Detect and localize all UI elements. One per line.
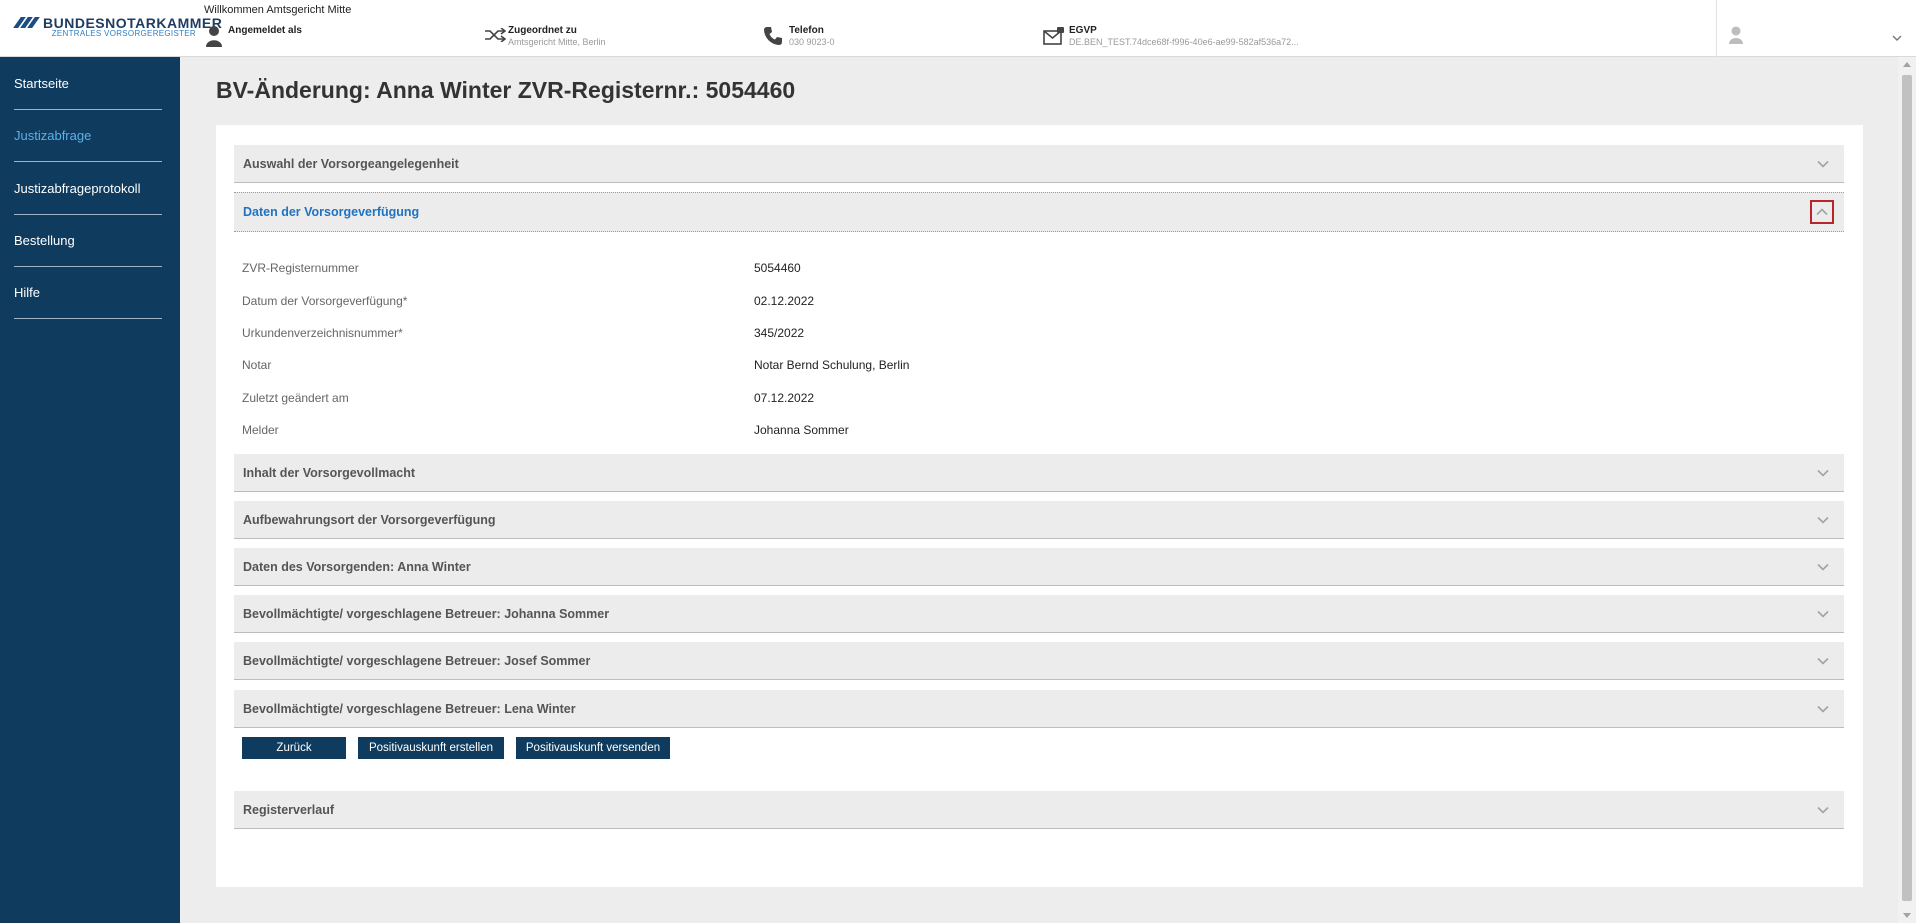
detail-row-zuletzt-geaendert: Zuletzt geändert am 07.12.2022 — [242, 391, 1802, 411]
accordion-label: Registerverlauf — [243, 802, 335, 817]
scrollbar-thumb[interactable] — [1902, 75, 1912, 901]
egvp-value: DE.BEN_TEST.74dce68f-f996-40e6-ae99-582a… — [1069, 37, 1299, 47]
detail-label: Notar — [242, 358, 272, 372]
accordion-label: Daten der Vorsorgeverfügung — [243, 205, 420, 219]
chevron-down-icon — [1817, 160, 1829, 168]
shuffle-icon — [485, 28, 506, 42]
sidebar-item-startseite[interactable]: Startseite — [14, 58, 162, 110]
accordion-label: Auswahl der Vorsorgeangelegenheit — [243, 156, 459, 171]
create-positivauskunft-button[interactable]: Positivauskunft erstellen — [358, 737, 504, 759]
phone-label: Telefon — [789, 25, 824, 36]
sidebar-item-bestellung[interactable]: Bestellung — [14, 215, 162, 267]
chevron-down-icon — [1817, 516, 1829, 524]
user-icon — [206, 26, 222, 47]
accordion-daten-vorsorgenden[interactable]: Daten des Vorsorgenden: Anna Winter — [234, 548, 1844, 586]
accordion-inhalt-vorsorgevollmacht[interactable]: Inhalt der Vorsorgevollmacht — [234, 454, 1844, 492]
scroll-down-arrow-icon[interactable] — [1903, 913, 1911, 918]
sidebar-nav: Startseite Justizabfrage Justizabfragepr… — [0, 57, 180, 923]
sidebar-item-justizabfrage[interactable]: Justizabfrage — [14, 110, 162, 162]
chevron-down-icon — [1817, 705, 1829, 713]
detail-label: Zuletzt geändert am — [242, 391, 349, 405]
main-content: BV-Änderung: Anna Winter ZVR-Registernr.… — [180, 57, 1898, 923]
accordion-label: Bevollmächtigte/ vorgeschlagene Betreuer… — [243, 606, 610, 621]
chevron-down-icon — [1817, 563, 1829, 571]
accordion-label: Daten des Vorsorgenden: Anna Winter — [243, 559, 471, 574]
detail-row-melder: Melder Johanna Sommer — [242, 423, 1802, 443]
accordion-betreuer-johanna-sommer[interactable]: Bevollmächtigte/ vorgeschlagene Betreuer… — [234, 595, 1844, 633]
chevron-down-icon — [1817, 469, 1829, 477]
assigned-value: Amtsgericht Mitte, Berlin — [508, 37, 606, 47]
bundesnotarkammer-logo[interactable]: BUNDESNOTARKAMMER ZENTRALES VORSORGEREGI… — [12, 14, 222, 44]
phone-block: Telefon 030 9023-0 — [763, 25, 883, 51]
egvp-block: EGVP DE.BEN_TEST.74dce68f-f996-40e6-ae99… — [1043, 25, 1323, 51]
egvp-label: EGVP — [1069, 25, 1097, 36]
chevron-down-icon — [1892, 35, 1902, 41]
logged-in-label: Angemeldet als — [228, 25, 302, 36]
user-avatar-icon — [1729, 26, 1743, 44]
detail-value: 02.12.2022 — [754, 294, 815, 308]
detail-label: Melder — [242, 423, 279, 437]
detail-row-notar: Notar Notar Bernd Schulung, Berlin — [242, 358, 1802, 378]
accordion-label: Bevollmächtigte/ vorgeschlagene Betreuer… — [243, 653, 591, 668]
detail-label: ZVR-Registernummer — [242, 261, 359, 275]
detail-value: Notar Bernd Schulung, Berlin — [754, 358, 910, 372]
assigned-label: Zugeordnet zu — [508, 25, 577, 36]
phone-value: 030 9023-0 — [789, 37, 835, 47]
accordion-registerverlauf[interactable]: Registerverlauf — [234, 791, 1844, 829]
assigned-block: Zugeordnet zu Amtsgericht Mitte, Berlin — [484, 25, 644, 51]
chevron-down-icon — [1817, 657, 1829, 665]
accordion-auswahl[interactable]: Auswahl der Vorsorgeangelegenheit — [234, 145, 1844, 183]
accordion-betreuer-josef-sommer[interactable]: Bevollmächtigte/ vorgeschlagene Betreuer… — [234, 642, 1844, 680]
back-button[interactable]: Zurück — [242, 737, 346, 759]
user-menu-dropdown[interactable] — [1716, 0, 1916, 57]
detail-value: 345/2022 — [754, 326, 805, 340]
top-header: BUNDESNOTARKAMMER ZENTRALES VORSORGEREGI… — [0, 0, 1916, 57]
detail-label: Datum der Vorsorgeverfügung* — [242, 294, 408, 308]
detail-row-registernummer: ZVR-Registernummer 5054460 — [242, 261, 1802, 281]
accordion-label: Bevollmächtigte/ vorgeschlagene Betreuer… — [243, 701, 576, 716]
phone-icon — [764, 27, 782, 45]
send-positivauskunft-button[interactable]: Positivauskunft versenden — [516, 737, 670, 759]
detail-row-datum: Datum der Vorsorgeverfügung* 02.12.2022 — [242, 294, 1802, 314]
accordion-aufbewahrungsort[interactable]: Aufbewahrungsort der Vorsorgeverfügung — [234, 501, 1844, 539]
mail-lock-icon — [1043, 27, 1064, 45]
chevron-down-icon — [1817, 806, 1829, 814]
logo-stripes-icon — [13, 17, 40, 28]
detail-value: 07.12.2022 — [754, 391, 815, 405]
page-title: BV-Änderung: Anna Winter ZVR-Registernr.… — [216, 77, 796, 103]
accordion-daten-vorsorgeverfuegung[interactable]: Daten der Vorsorgeverfügung — [234, 192, 1844, 232]
welcome-text: Willkommen Amtsgericht Mitte — [204, 4, 352, 16]
detail-value: Johanna Sommer — [754, 423, 849, 437]
accordion-label: Inhalt der Vorsorgevollmacht — [243, 465, 416, 480]
detail-row-urkundenverzeichnisnummer: Urkundenverzeichnisnummer* 345/2022 — [242, 326, 1802, 346]
vertical-scrollbar[interactable] — [1898, 57, 1916, 923]
sidebar-item-justizabfrageprotokoll[interactable]: Justizabfrageprotokoll — [14, 163, 162, 215]
chevron-down-icon — [1817, 610, 1829, 618]
accordion-betreuer-lena-winter[interactable]: Bevollmächtigte/ vorgeschlagene Betreuer… — [234, 690, 1844, 728]
detail-value: 5054460 — [754, 261, 801, 275]
chevron-up-icon — [1816, 208, 1828, 216]
detail-label: Urkundenverzeichnisnummer* — [242, 326, 403, 340]
content-card: Auswahl der Vorsorgeangelegenheit Daten … — [216, 125, 1863, 887]
accordion-label: Aufbewahrungsort der Vorsorgeverfügung — [243, 512, 496, 527]
logo-subtitle: ZENTRALES VORSORGEREGISTER — [51, 29, 196, 38]
collapse-section-button[interactable] — [1810, 200, 1834, 224]
scroll-up-arrow-icon[interactable] — [1903, 62, 1911, 67]
sidebar-item-hilfe[interactable]: Hilfe — [14, 267, 162, 319]
logged-in-block: Angemeldet als — [206, 25, 326, 51]
